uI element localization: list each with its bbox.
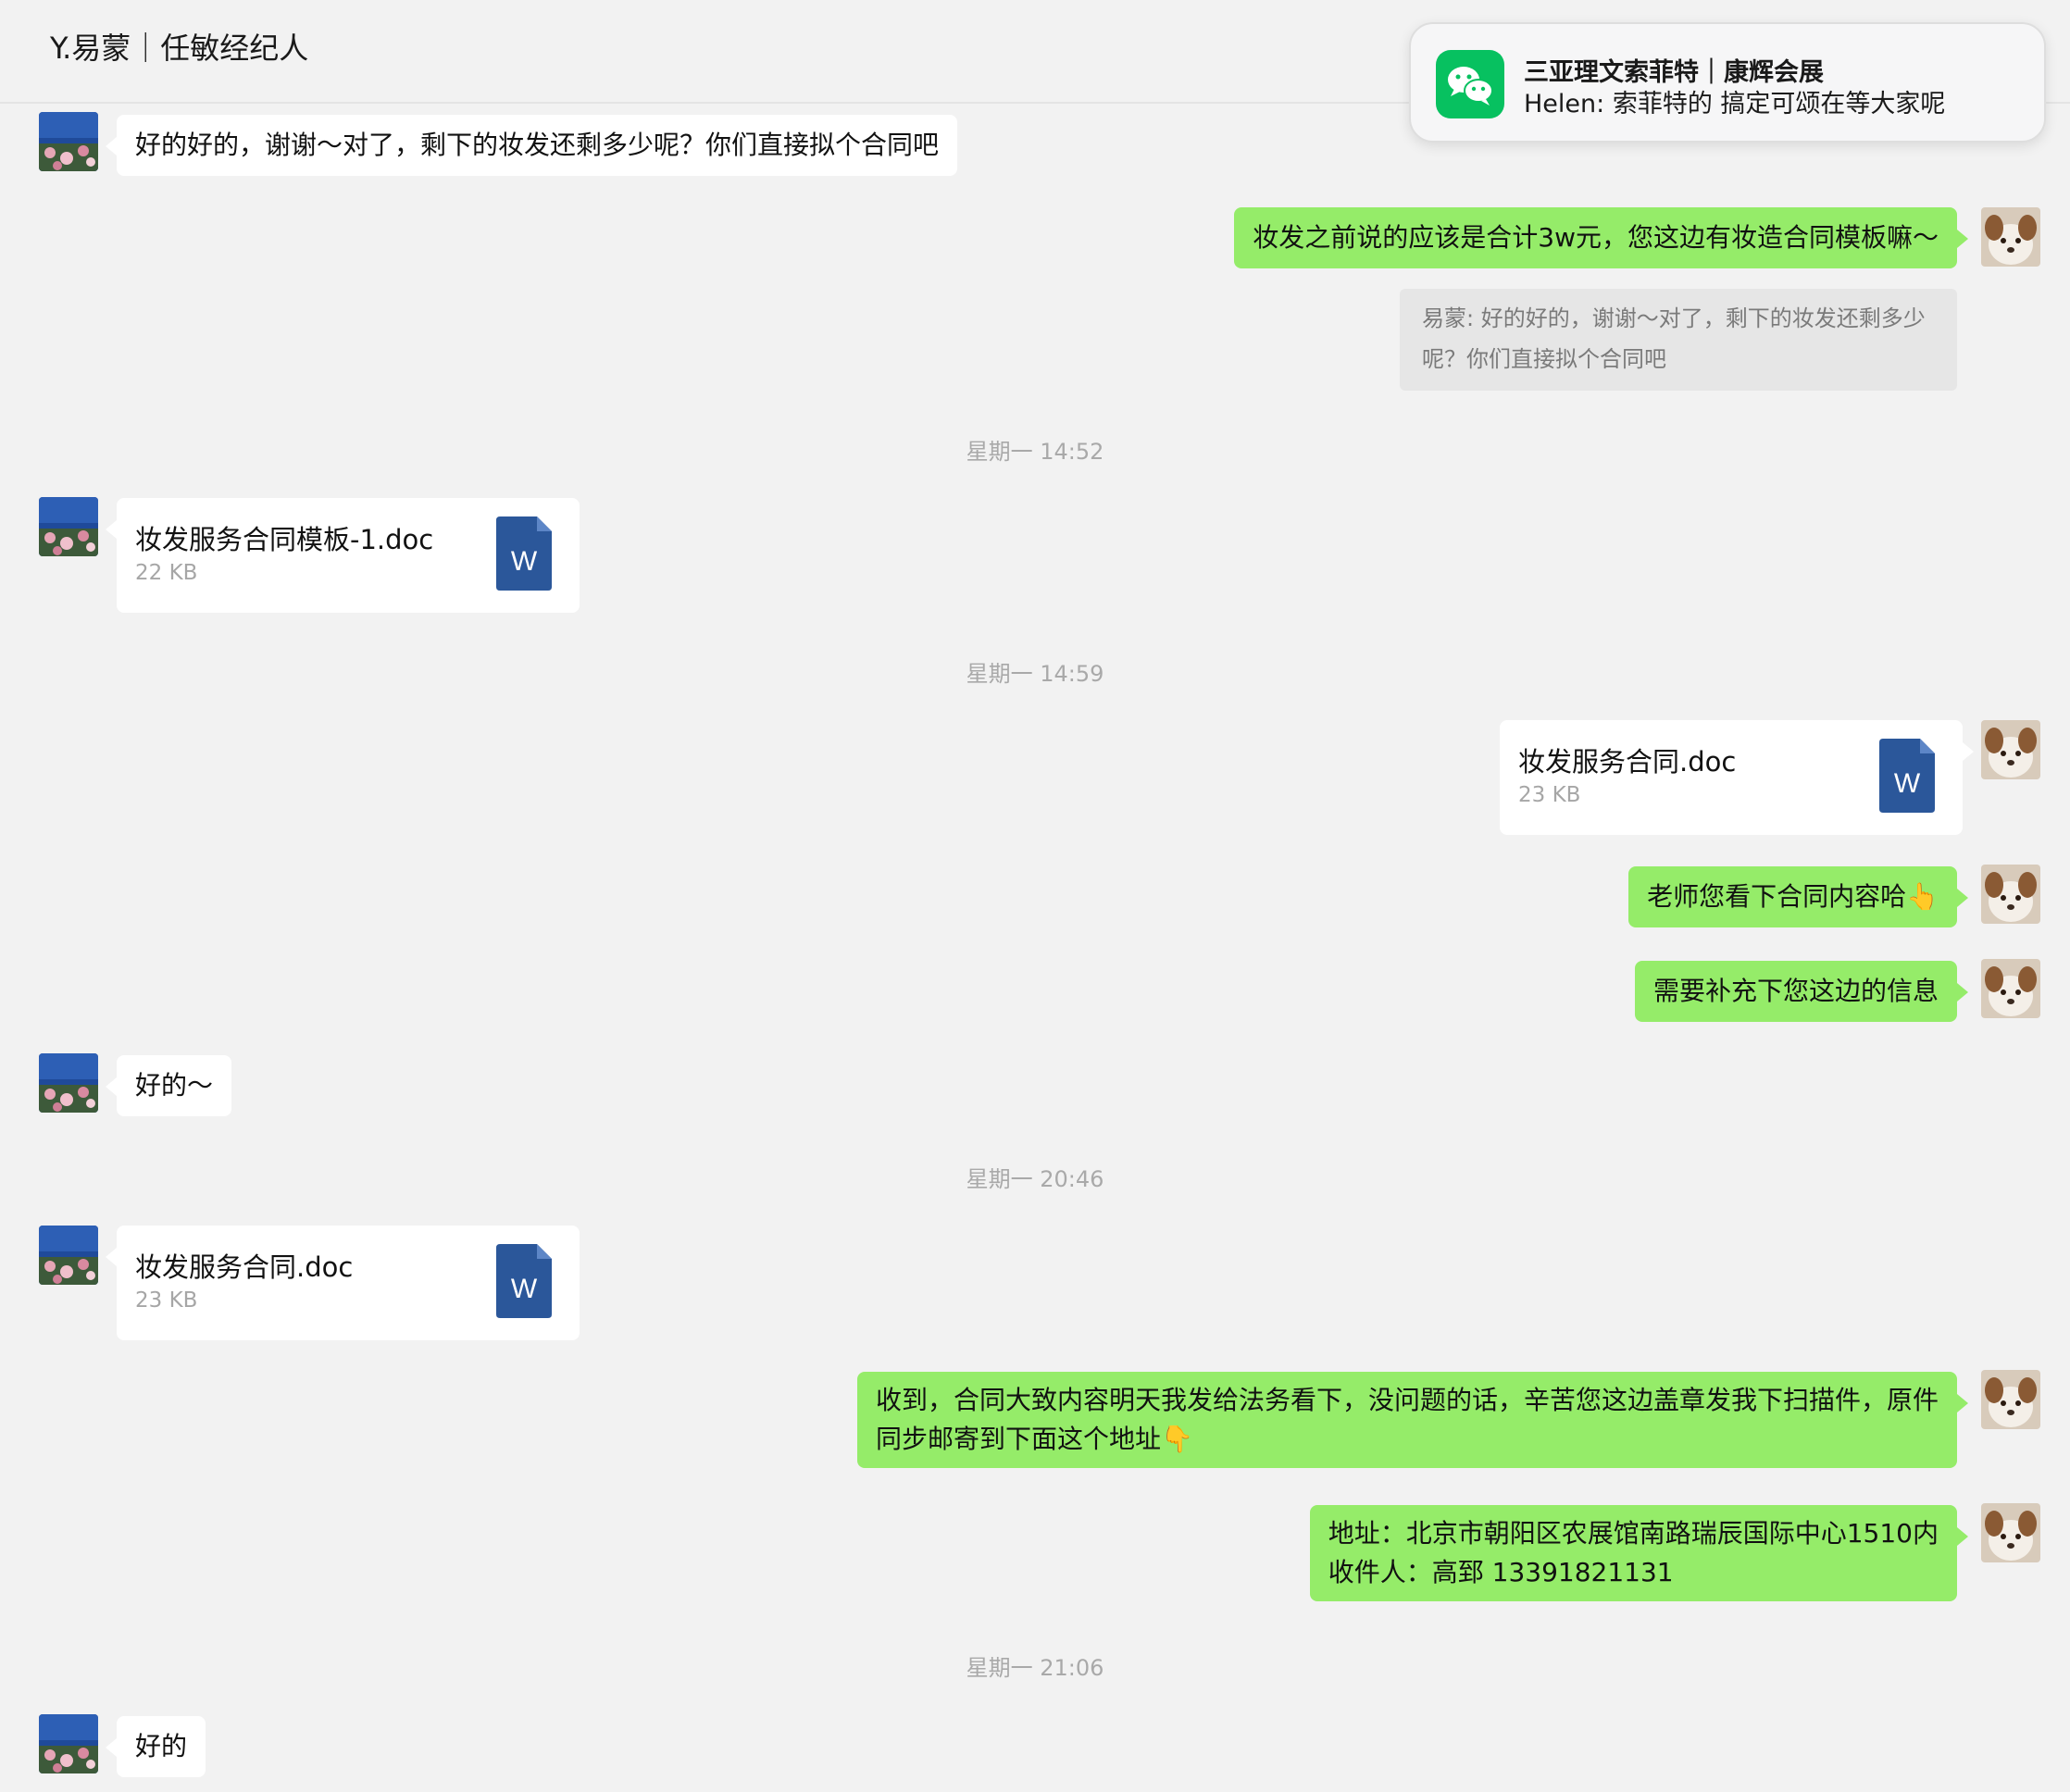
contact-avatar[interactable] <box>39 1226 98 1285</box>
message-text: 好的 <box>135 1731 188 1761</box>
message-text-block: 收到，合同大致内容明天我发给法务看下，没问题的话，辛苦您这边盖章发我下扫描件，原… <box>857 1372 1957 1468</box>
self-avatar[interactable] <box>1981 720 2040 779</box>
self-avatar[interactable] <box>1981 207 2040 267</box>
timestamp: 星期一 14:52 <box>966 439 1104 465</box>
timestamp: 星期一 21:06 <box>966 1655 1104 1681</box>
self-avatar[interactable] <box>1981 1503 2040 1562</box>
svg-text:W: W <box>511 546 538 577</box>
file-size: 22 KB <box>135 561 198 585</box>
message-bubble-outgoing[interactable]: 妆发之前说的应该是合计3w元，您这边有妆造合同模板嘛～ <box>1234 207 1968 268</box>
quote-line: 易蒙: 好的好的，谢谢～对了，剩下的妆发还剩多少 <box>1422 305 1926 331</box>
contact-avatar[interactable] <box>39 112 98 171</box>
timestamp: 星期一 14:59 <box>966 661 1104 687</box>
self-avatar[interactable] <box>1981 1370 2040 1429</box>
message-text: 好的好的，谢谢～对了，剩下的妆发还剩多少呢？你们直接拟个合同吧 <box>135 130 940 160</box>
timestamp: 星期一 20:46 <box>966 1166 1104 1192</box>
pointing-down-emoji: 👇 <box>1161 1424 1193 1454</box>
address-line: 地址：北京市朝阳区农展馆南路瑞辰国际中心1510内 <box>1328 1518 1939 1549</box>
word-doc-icon: W <box>1879 739 1935 813</box>
contact-avatar[interactable] <box>39 1053 98 1113</box>
notification-body: Helen: 索菲特的 搞定可颂在等大家呢 <box>1524 90 1946 118</box>
notification-banner[interactable]: 三亚理文索菲特｜康辉会展 Helen: 索菲特的 搞定可颂在等大家呢 <box>1409 22 2046 143</box>
message-bubble-incoming[interactable]: 好的好的，谢谢～对了，剩下的妆发还剩多少呢？你们直接拟个合同吧 <box>105 115 958 176</box>
pointing-up-emoji: 👆 <box>1906 881 1939 912</box>
file-message-outgoing[interactable]: 妆发服务合同.doc 23 KB W <box>1500 720 1974 835</box>
file-name: 妆发服务合同模板-1.doc <box>135 524 434 555</box>
message-text-block: 地址：北京市朝阳区农展馆南路瑞辰国际中心1510内 收件人：高郅 1339182… <box>1310 1505 1957 1601</box>
message-bubble-outgoing[interactable]: 地址：北京市朝阳区农展馆南路瑞辰国际中心1510内 收件人：高郅 1339182… <box>1309 1505 1969 1601</box>
message-bubble-outgoing[interactable]: 老师您看下合同内容哈👆 <box>1628 866 1968 927</box>
chat-title: Y.易蒙｜任敏经纪人 <box>50 31 309 66</box>
quoted-message[interactable]: 易蒙: 好的好的，谢谢～对了，剩下的妆发还剩多少 呢？你们直接拟个合同吧 <box>1400 289 1957 391</box>
self-avatar[interactable] <box>1981 865 2040 924</box>
message-text: 需要补充下您这边的信息 <box>1652 976 1939 1006</box>
file-message-incoming[interactable]: 妆发服务合同.doc 23 KB W <box>106 1226 580 1340</box>
message-bubble-outgoing[interactable]: 收到，合同大致内容明天我发给法务看下，没问题的话，辛苦您这边盖章发我下扫描件，原… <box>856 1372 1969 1468</box>
message-text: 同步邮寄到下面这个地址 <box>875 1424 1161 1454</box>
file-message-incoming[interactable]: 妆发服务合同模板-1.doc 22 KB W <box>106 498 580 613</box>
recipient-line: 收件人：高郅 13391821131 <box>1328 1557 1674 1587</box>
message-bubble-outgoing[interactable]: 需要补充下您这边的信息 <box>1634 961 1969 1022</box>
contact-avatar[interactable] <box>39 497 98 556</box>
message-text: 妆发之前说的应该是合计3w元，您这边有妆造合同模板嘛～ <box>1253 222 1939 253</box>
word-doc-icon: W <box>496 516 552 591</box>
message-text-row: 老师您看下合同内容哈👆 <box>1628 866 1957 927</box>
quote-line: 呢？你们直接拟个合同吧 <box>1422 346 1666 372</box>
svg-text:W: W <box>1894 768 1921 799</box>
self-avatar[interactable] <box>1981 959 2040 1018</box>
file-name: 妆发服务合同.doc <box>1518 746 1737 778</box>
svg-text:W: W <box>511 1274 538 1304</box>
message-bubble-incoming[interactable]: 好的 <box>105 1716 206 1777</box>
message-text-line: 收到，合同大致内容明天我发给法务看下，没问题的话，辛苦您这边盖章发我下扫描件，原… <box>875 1385 1939 1415</box>
file-name: 妆发服务合同.doc <box>135 1251 354 1283</box>
message-bubble-incoming[interactable]: 好的～ <box>105 1055 232 1116</box>
message-text-line-2: 同步邮寄到下面这个地址👇 <box>876 1420 1939 1459</box>
message-text: 老师您看下合同内容哈 <box>1647 881 1907 912</box>
file-size: 23 KB <box>135 1288 198 1313</box>
message-text: 好的～ <box>135 1070 214 1101</box>
contact-avatar[interactable] <box>39 1714 98 1773</box>
wechat-icon <box>1436 50 1504 118</box>
file-size: 23 KB <box>1518 783 1581 807</box>
word-doc-icon: W <box>496 1244 552 1318</box>
